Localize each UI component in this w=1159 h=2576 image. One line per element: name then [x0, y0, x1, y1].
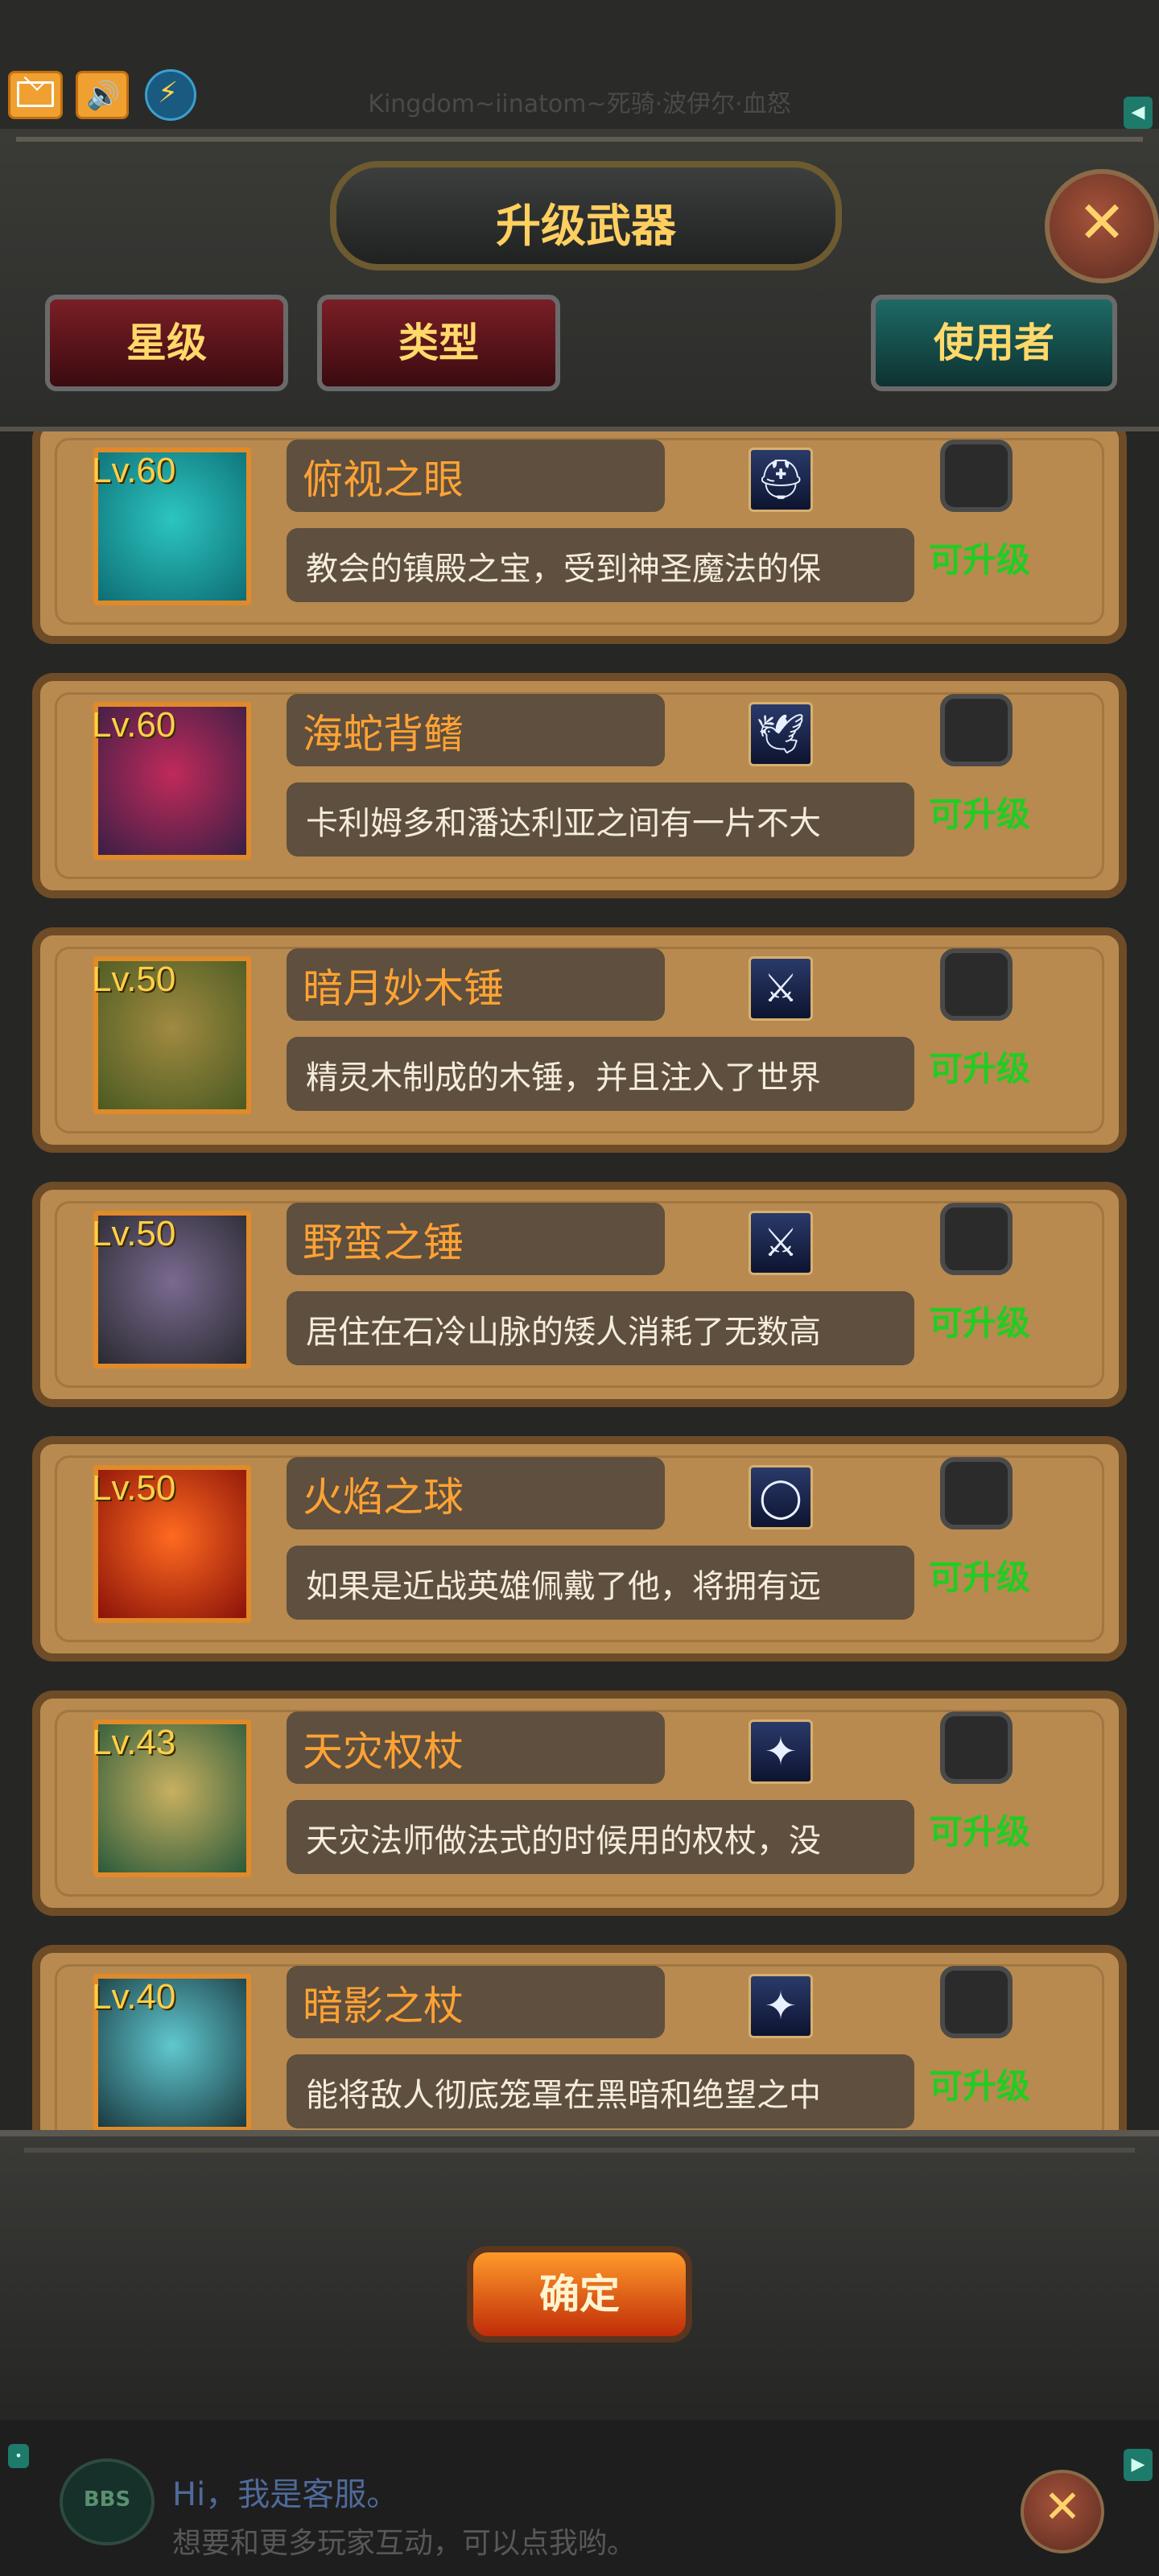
weapon-list[interactable]: Lv.60 俯视之眼 ⛑ 教会的镇殿之宝，受到神圣魔法的保 可升级 Lv.60 … — [0, 431, 1159, 2130]
upgrade-status: 可升级 — [929, 540, 1031, 580]
select-checkbox[interactable] — [940, 1711, 1013, 1784]
weapon-name: 火焰之球 — [303, 1474, 464, 1521]
service-greeting[interactable]: Hi，我是客服。 — [172, 2468, 398, 2515]
select-checkbox[interactable] — [940, 1966, 1013, 2038]
weapon-name: 暗影之杖 — [303, 1983, 464, 2029]
weapon-card[interactable]: Lv.40 暗影之杖 ✦ 能将敌人彻底笼罩在黑暗和绝望之中 可升级 — [32, 1945, 1127, 2130]
weapon-name: 天灾权杖 — [303, 1728, 464, 1775]
weapon-card[interactable]: Lv.50 火焰之球 ◯ 如果是近战英雄佩戴了他，将拥有远 可升级 — [32, 1436, 1127, 1662]
left-dot-icon: • — [8, 2444, 29, 2468]
expand-arrow-icon[interactable]: ▶ — [1124, 2449, 1153, 2481]
weapon-level: Lv.60 — [92, 705, 176, 745]
weapon-desc: 精灵木制成的木锤，并且注入了世界 — [306, 1059, 821, 1096]
helmet-icon: ⛑ — [749, 448, 813, 512]
staff-icon: ✦ — [749, 1719, 813, 1784]
weapon-name: 野蛮之锤 — [303, 1220, 464, 1266]
service-subtext[interactable]: 想要和更多玩家互动，可以点我哟。 — [172, 2520, 636, 2562]
weapon-desc-box: 精灵木制成的木锤，并且注入了世界 — [287, 1037, 914, 1111]
sword-icon: ⚔ — [749, 1211, 813, 1275]
weapon-level: Lv.50 — [92, 960, 176, 999]
weapon-desc: 能将敌人彻底笼罩在黑暗和绝望之中 — [306, 2077, 821, 2114]
weapon-name: 海蛇背鳍 — [303, 711, 464, 758]
upgrade-status: 可升级 — [929, 795, 1031, 834]
bbs-logo-text: BBS — [83, 2487, 131, 2512]
ring-icon: ◯ — [749, 1465, 813, 1530]
tab-label: 星级 — [126, 320, 207, 366]
weapon-desc: 居住在石冷山脉的矮人消耗了无数高 — [306, 1314, 821, 1351]
weapon-name-box: 俯视之眼 — [287, 440, 665, 512]
weapon-level: Lv.40 — [92, 1977, 176, 2017]
weapon-name-box: 暗影之杖 — [287, 1966, 665, 2038]
select-checkbox[interactable] — [940, 694, 1013, 766]
tab-label: 类型 — [398, 320, 479, 366]
weapon-name-box: 野蛮之锤 — [287, 1203, 665, 1275]
weapon-name-box: 火焰之球 — [287, 1457, 665, 1530]
close-button[interactable]: ✕ — [1045, 169, 1159, 283]
select-checkbox[interactable] — [940, 1457, 1013, 1530]
wing-icon: 🕊 — [749, 702, 813, 766]
page-title: 升级武器 — [496, 200, 676, 253]
weapon-name: 俯视之眼 — [303, 456, 464, 503]
weapon-desc: 天灾法师做法式的时候用的权杖，没 — [306, 1823, 821, 1860]
weapon-level: Lv.50 — [92, 1468, 176, 1508]
weapon-card[interactable]: Lv.60 海蛇背鳍 🕊 卡利姆多和潘达利亚之间有一片不大 可升级 — [32, 673, 1127, 898]
weapon-level: Lv.60 — [92, 451, 176, 490]
select-checkbox[interactable] — [940, 1203, 1013, 1275]
weapon-desc-box: 居住在石冷山脉的矮人消耗了无数高 — [287, 1291, 914, 1365]
weapon-card[interactable]: Lv.50 暗月妙木锤 ⚔ 精灵木制成的木锤，并且注入了世界 可升级 — [32, 927, 1127, 1153]
confirm-label: 确定 — [539, 2271, 620, 2318]
weapon-desc-box: 教会的镇殿之宝，受到神圣魔法的保 — [287, 528, 914, 602]
upgrade-status: 可升级 — [929, 1812, 1031, 1852]
weapon-desc-box: 卡利姆多和潘达利亚之间有一片不大 — [287, 782, 914, 857]
weapon-desc-box: 天灾法师做法式的时候用的权杖，没 — [287, 1800, 914, 1874]
weapon-card[interactable]: Lv.60 俯视之眼 ⛑ 教会的镇殿之宝，受到神圣魔法的保 可升级 — [32, 431, 1127, 644]
bbs-logo[interactable]: BBS — [60, 2458, 155, 2545]
weapon-name: 暗月妙木锤 — [303, 965, 504, 1012]
confirm-button[interactable]: 确定 — [467, 2246, 692, 2343]
close-icon: ✕ — [1043, 2481, 1082, 2533]
weapon-card[interactable]: Lv.43 天灾权杖 ✦ 天灾法师做法式的时候用的权杖，没 可升级 — [32, 1690, 1127, 1916]
weapon-name-box: 天灾权杖 — [287, 1711, 665, 1784]
tab-type[interactable]: 类型 — [317, 295, 560, 391]
weapon-desc-box: 如果是近战英雄佩戴了他，将拥有远 — [287, 1546, 914, 1620]
select-checkbox[interactable] — [940, 440, 1013, 512]
weapon-level: Lv.50 — [92, 1214, 176, 1253]
close-icon: ✕ — [1077, 188, 1127, 256]
staff-icon: ✦ — [749, 1974, 813, 2038]
title-plate: 升级武器 — [330, 161, 842, 270]
server-player-title: Kingdom~iinatom~死骑·波伊尔·血怒 — [368, 90, 791, 118]
upgrade-status: 可升级 — [929, 2066, 1031, 2106]
collapse-arrow-icon[interactable]: ◀ — [1124, 97, 1153, 129]
sword-icon: ⚔ — [749, 956, 813, 1021]
tab-star-level[interactable]: 星级 — [45, 295, 288, 391]
tab-user[interactable]: 使用者 — [871, 295, 1117, 391]
service-close-button[interactable]: ✕ — [1021, 2470, 1104, 2553]
tab-label: 使用者 — [934, 320, 1054, 366]
weapon-card[interactable]: Lv.50 野蛮之锤 ⚔ 居住在石冷山脉的矮人消耗了无数高 可升级 — [32, 1182, 1127, 1407]
weapon-name-box: 暗月妙木锤 — [287, 948, 665, 1021]
select-checkbox[interactable] — [940, 948, 1013, 1021]
upgrade-status: 可升级 — [929, 1303, 1031, 1343]
weapon-desc: 如果是近战英雄佩戴了他，将拥有远 — [306, 1568, 821, 1605]
weapon-level: Lv.43 — [92, 1723, 176, 1762]
upgrade-status: 可升级 — [929, 1049, 1031, 1088]
weapon-desc-box: 能将敌人彻底笼罩在黑暗和绝望之中 — [287, 2054, 914, 2128]
weapon-desc: 教会的镇殿之宝，受到神圣魔法的保 — [306, 551, 821, 588]
upgrade-status: 可升级 — [929, 1558, 1031, 1597]
weapon-desc: 卡利姆多和潘达利亚之间有一片不大 — [306, 805, 821, 842]
weapon-name-box: 海蛇背鳍 — [287, 694, 665, 766]
